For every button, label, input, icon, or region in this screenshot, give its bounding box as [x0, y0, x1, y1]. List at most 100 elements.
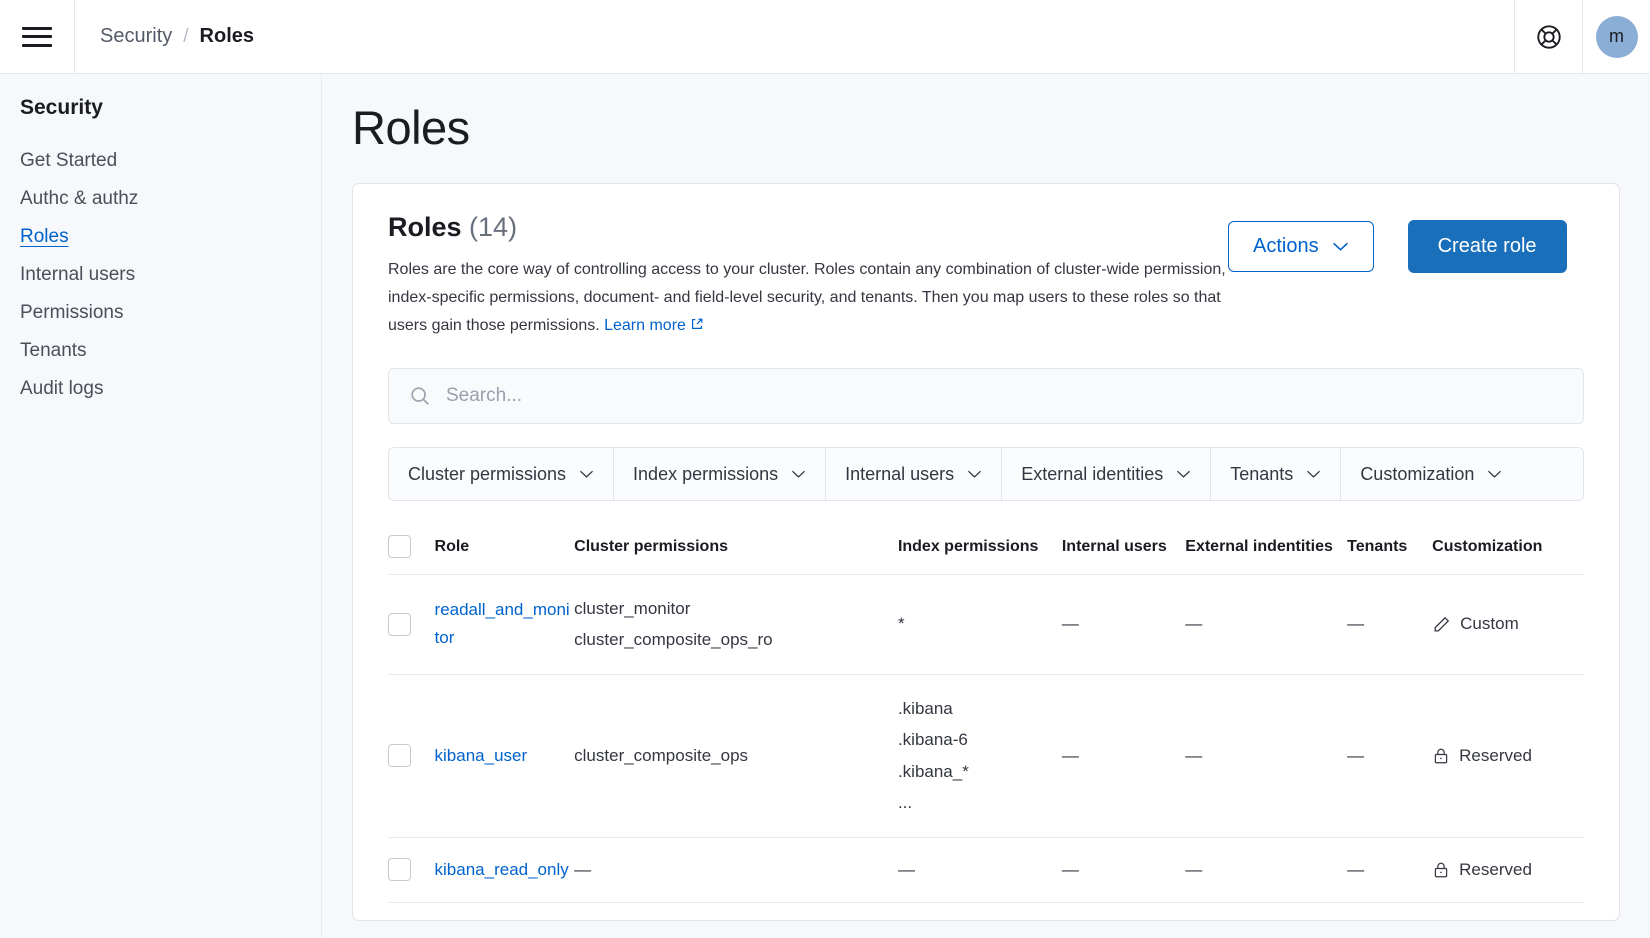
sidebar-item-authc-authz[interactable]: Authc & authz [20, 180, 138, 218]
filter-cluster-permissions-label: Cluster permissions [408, 464, 566, 485]
table-row: readall_and_monitor cluster_monitor clus… [388, 575, 1584, 675]
row-select-cell [388, 575, 435, 675]
select-all-header [388, 517, 435, 575]
table-body: readall_and_monitor cluster_monitor clus… [388, 575, 1584, 903]
cell-cluster-permissions: — [574, 837, 898, 902]
breadcrumb-item-security[interactable]: Security [100, 25, 172, 48]
filter-customization-label: Customization [1360, 464, 1474, 485]
role-link[interactable]: kibana_read_only [435, 860, 569, 879]
cell-customization: Custom [1432, 575, 1584, 675]
panel-title: Roles (14) [388, 212, 1228, 243]
filter-external-identities[interactable]: External identities [1002, 448, 1211, 500]
row-checkbox[interactable] [388, 613, 411, 636]
breadcrumb: Security / Roles [74, 0, 1514, 73]
row-select-cell [388, 837, 435, 902]
filter-tenants[interactable]: Tenants [1211, 448, 1341, 500]
column-header-internal-users: Internal users [1062, 517, 1185, 575]
sidebar-item-tenants[interactable]: Tenants [20, 332, 87, 370]
panel-description-text: Roles are the core way of controlling ac… [388, 261, 1226, 334]
filter-bar: Cluster permissions Index permissions In… [388, 447, 1584, 501]
status-badge: Reserved [1432, 746, 1584, 766]
role-link[interactable]: kibana_user [435, 746, 528, 765]
actions-button[interactable]: Actions [1228, 221, 1374, 272]
user-menu-button[interactable]: m [1582, 0, 1650, 73]
status-badge: Custom [1432, 614, 1584, 634]
sidebar-title: Security [20, 96, 321, 120]
sidebar-item-permissions[interactable]: Permissions [20, 294, 123, 332]
breadcrumb-item-roles: Roles [200, 25, 254, 48]
filter-index-permissions[interactable]: Index permissions [614, 448, 826, 500]
help-button[interactable] [1514, 0, 1582, 73]
cell-internal-users: — [1062, 575, 1185, 675]
table-row: kibana_user cluster_composite_ops .kiban… [388, 674, 1584, 837]
create-role-button-label: Create role [1438, 235, 1537, 258]
search-input[interactable] [446, 385, 1563, 407]
roles-table: Role Cluster permissions Index permissio… [388, 517, 1584, 903]
row-select-cell [388, 674, 435, 837]
filter-index-permissions-label: Index permissions [633, 464, 778, 485]
top-header: Security / Roles m [0, 0, 1650, 74]
filter-customization[interactable]: Customization [1341, 448, 1521, 500]
filter-internal-users[interactable]: Internal users [826, 448, 1002, 500]
header-actions: m [1514, 0, 1650, 73]
sidebar-item-roles[interactable]: Roles [20, 218, 69, 256]
status-badge-label: Custom [1460, 614, 1519, 634]
cell-tenants: — [1347, 575, 1432, 675]
cell-role: kibana_read_only [435, 837, 575, 902]
sidebar-item-internal-users[interactable]: Internal users [20, 256, 135, 294]
panel-header-text: Roles (14) Roles are the core way of con… [388, 212, 1228, 341]
status-badge-label: Reserved [1459, 860, 1532, 880]
roles-panel: Roles (14) Roles are the core way of con… [352, 183, 1620, 921]
external-link-icon [690, 313, 704, 341]
row-checkbox[interactable] [388, 744, 411, 767]
search-bar[interactable] [388, 368, 1584, 424]
select-all-checkbox[interactable] [388, 535, 411, 558]
chevron-down-icon [1332, 241, 1349, 252]
hamburger-icon [22, 27, 52, 47]
create-role-button[interactable]: Create role [1408, 220, 1567, 273]
cell-external-identities: — [1185, 674, 1347, 837]
panel-header: Roles (14) Roles are the core way of con… [388, 212, 1584, 341]
cell-internal-users: — [1062, 837, 1185, 902]
sidebar-item-get-started[interactable]: Get Started [20, 142, 117, 180]
table-header-row: Role Cluster permissions Index permissio… [388, 517, 1584, 575]
menu-toggle-button[interactable] [0, 0, 74, 73]
filter-external-identities-label: External identities [1021, 464, 1163, 485]
column-header-customization: Customization [1432, 517, 1584, 575]
cell-external-identities: — [1185, 837, 1347, 902]
sidebar-item-audit-logs[interactable]: Audit logs [20, 370, 103, 408]
column-header-tenants: Tenants [1347, 517, 1432, 575]
cell-tenants: — [1347, 674, 1432, 837]
table-row: kibana_read_only — — — — — [388, 837, 1584, 902]
learn-more-link[interactable]: Learn more [604, 317, 686, 334]
search-icon [409, 385, 431, 407]
cell-cluster-permissions: cluster_composite_ops [574, 674, 898, 837]
chevron-down-icon [791, 469, 806, 479]
cell-tenants: — [1347, 837, 1432, 902]
lifebuoy-icon [1535, 23, 1563, 51]
roles-count: (14) [469, 212, 517, 242]
lock-icon [1432, 861, 1450, 879]
status-badge: Reserved [1432, 860, 1584, 880]
filter-tenants-label: Tenants [1230, 464, 1293, 485]
role-link[interactable]: readall_and_monitor [435, 600, 570, 647]
main-content: Roles Roles (14) Roles are the core way … [322, 74, 1650, 938]
avatar: m [1596, 16, 1638, 58]
column-header-cluster-permissions: Cluster permissions [574, 517, 898, 575]
column-header-external-identities: External indentities [1185, 517, 1347, 575]
cell-index-permissions: .kibana .kibana-6 .kibana_* ... [898, 674, 1062, 837]
panel-header-actions: Actions Create role [1228, 212, 1567, 273]
row-checkbox[interactable] [388, 858, 411, 881]
column-header-role: Role [435, 517, 575, 575]
status-badge-label: Reserved [1459, 746, 1532, 766]
cell-customization: Reserved [1432, 837, 1584, 902]
cell-cluster-permissions: cluster_monitor cluster_composite_ops_ro [574, 575, 898, 675]
panel-title-label: Roles [388, 212, 462, 242]
chevron-down-icon [1306, 469, 1321, 479]
filter-cluster-permissions[interactable]: Cluster permissions [389, 448, 614, 500]
breadcrumb-separator: / [183, 26, 188, 48]
cell-role: readall_and_monitor [435, 575, 575, 675]
filter-internal-users-label: Internal users [845, 464, 954, 485]
page-title: Roles [352, 100, 1620, 155]
cell-role: kibana_user [435, 674, 575, 837]
